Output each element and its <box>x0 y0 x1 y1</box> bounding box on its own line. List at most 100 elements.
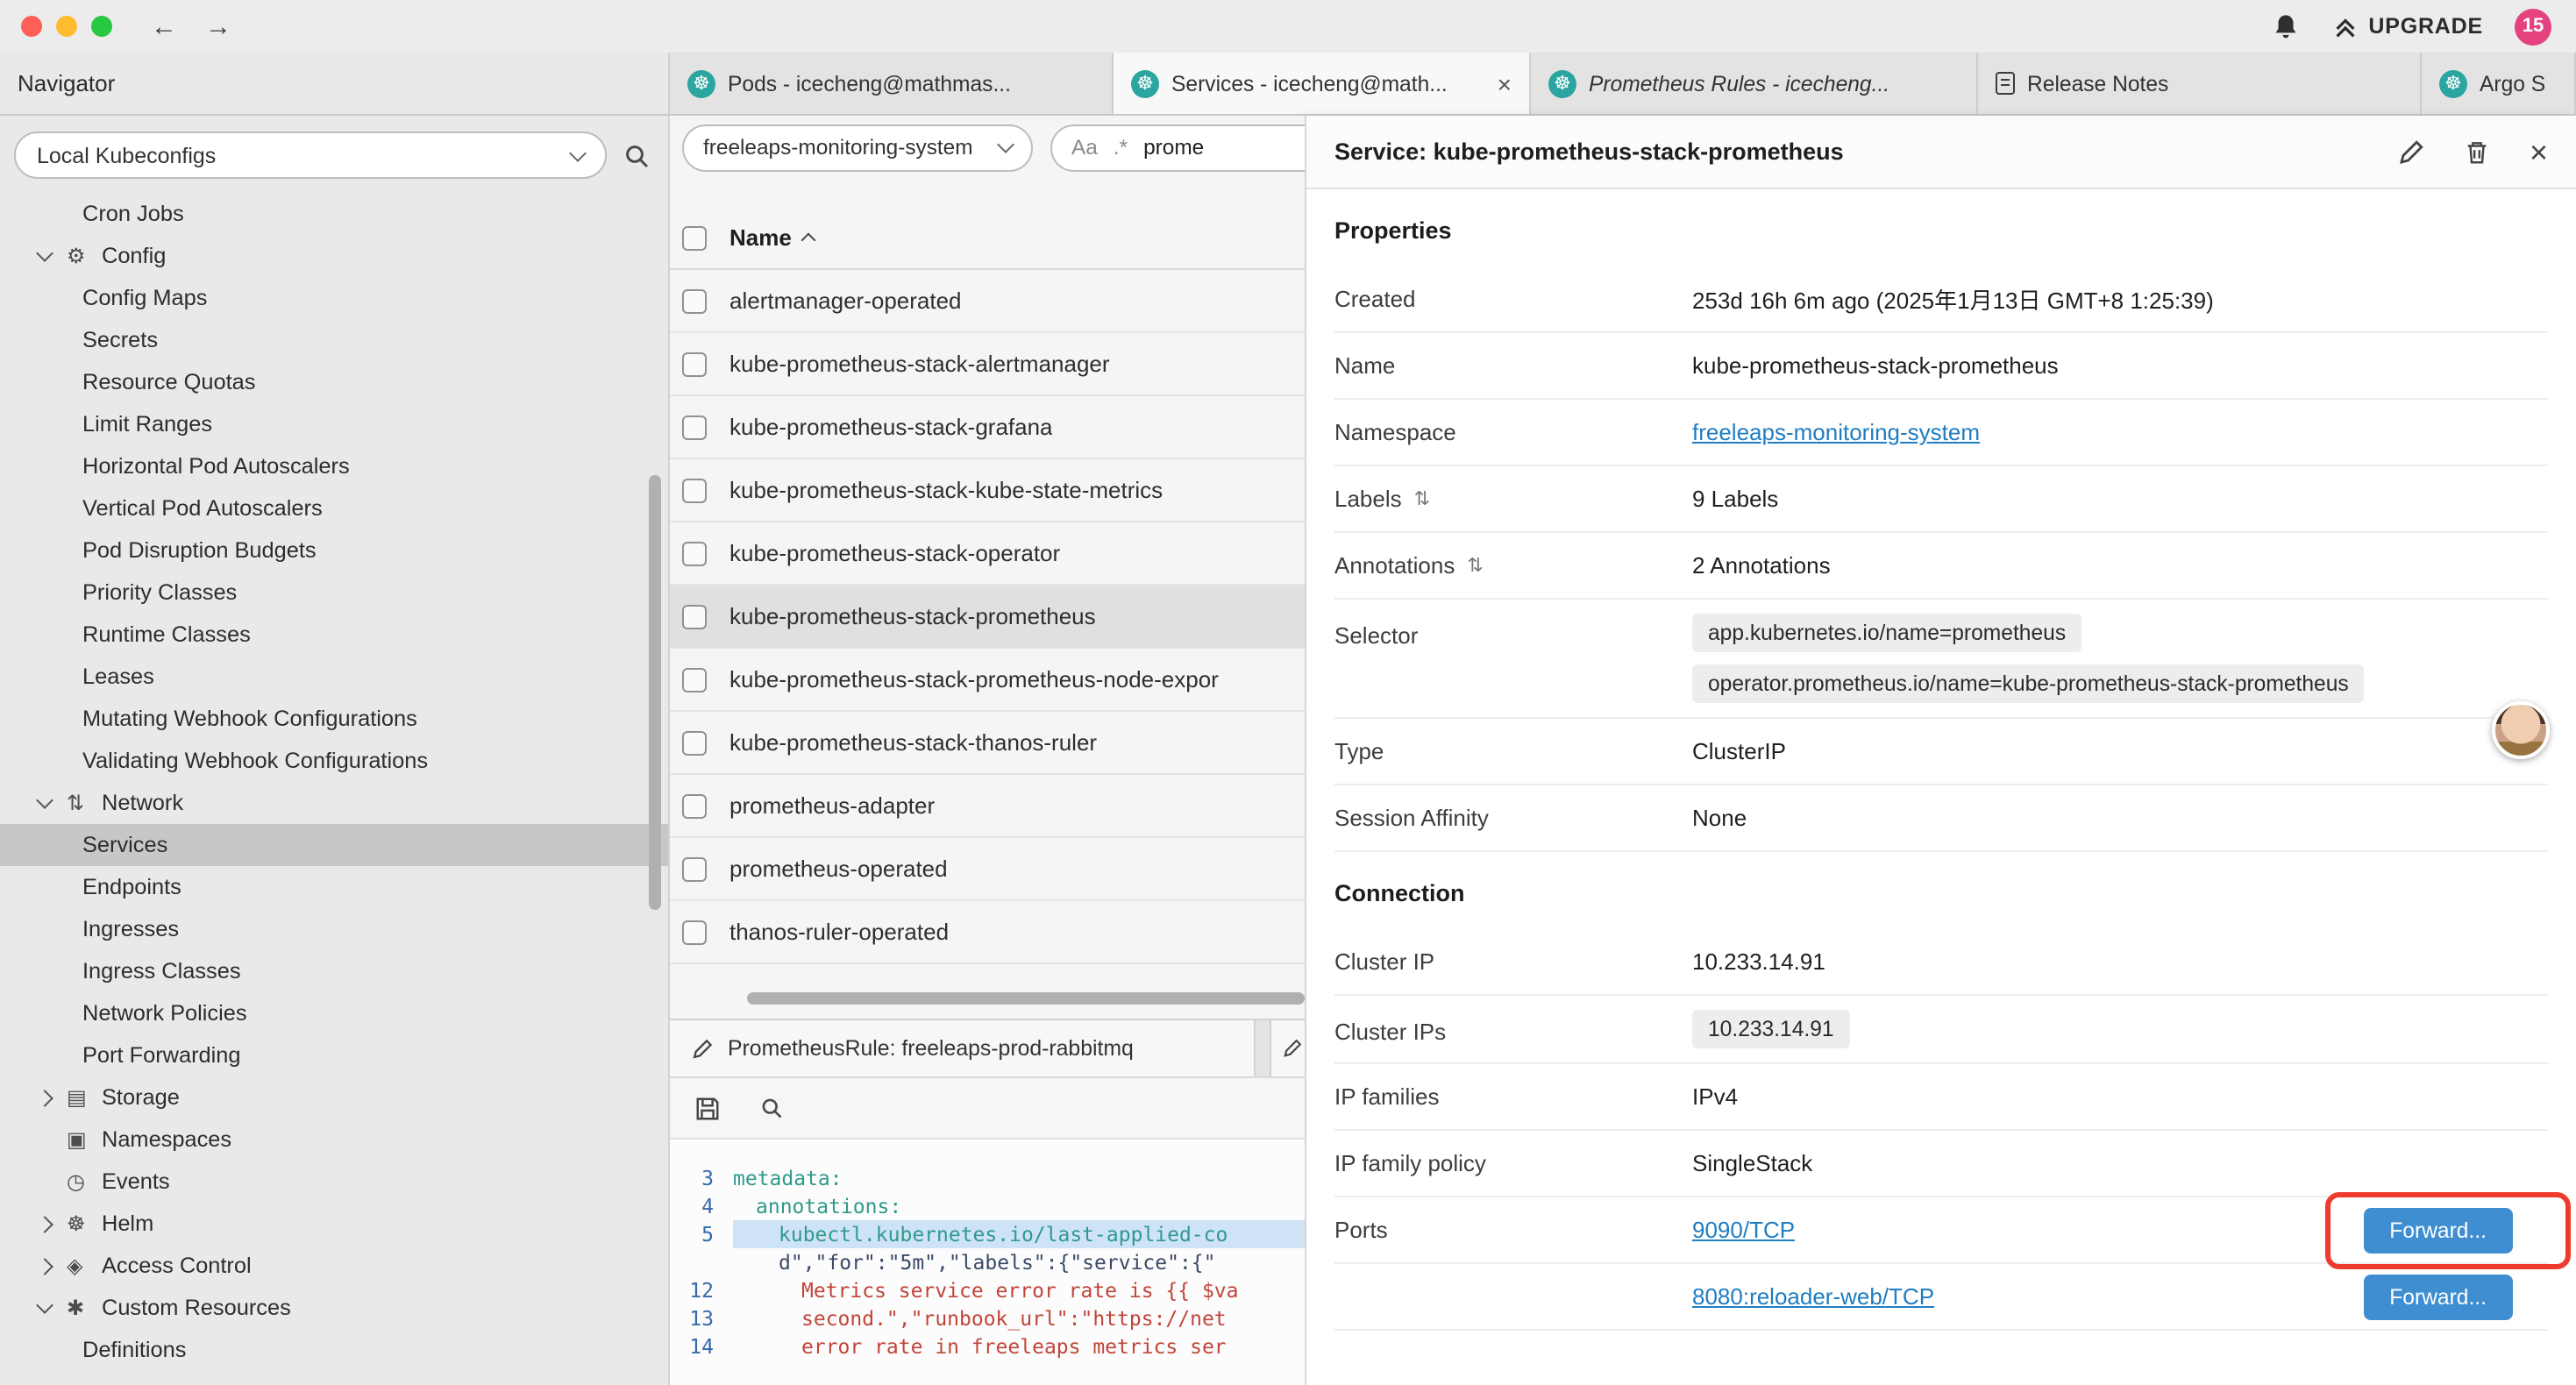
port-link[interactable]: 8080:reloader-web/TCP <box>1692 1283 1934 1310</box>
chevron-right-icon[interactable] <box>39 1218 67 1230</box>
select-all-checkbox[interactable] <box>682 226 707 251</box>
row-checkbox[interactable] <box>682 478 707 502</box>
delete-button[interactable] <box>2465 138 2491 166</box>
chevron-right-icon[interactable] <box>39 1260 67 1272</box>
table-row-thanos-ruler-operated[interactable]: thanos-ruler-operated <box>670 901 1305 964</box>
tab-argo-s[interactable]: ☸Argo S <box>2422 53 2576 114</box>
sidebar-item-config[interactable]: ⚙Config <box>0 235 668 277</box>
sidebar-item-config-maps[interactable]: Config Maps <box>0 277 668 319</box>
search-query-text: prome <box>1143 135 1204 160</box>
row-checkbox[interactable] <box>682 667 707 692</box>
sidebar-scrollbar[interactable] <box>649 475 661 910</box>
namespace-link[interactable]: freeleaps-monitoring-system <box>1692 419 1980 445</box>
close-tab-icon[interactable]: × <box>1487 69 1512 97</box>
dock-tab-prometheusrule[interactable]: PrometheusRule: freeleaps-prod-rabbitmq <box>670 1020 1256 1076</box>
user-avatar[interactable] <box>2492 701 2550 759</box>
table-row-kube-prometheus-stack-kube-state-metrics[interactable]: kube-prometheus-stack-kube-state-metrics <box>670 459 1305 522</box>
sidebar-item-mutating-webhook-configurations[interactable]: Mutating Webhook Configurations <box>0 698 668 740</box>
chevron-down-icon[interactable] <box>39 799 67 806</box>
sidebar-item-ingresses[interactable]: Ingresses <box>0 908 668 950</box>
sidebar-item-custom-resources[interactable]: ✱Custom Resources <box>0 1287 668 1329</box>
row-checkbox[interactable] <box>682 352 707 376</box>
sidebar-item-resource-quotas[interactable]: Resource Quotas <box>0 361 668 403</box>
upgrade-button[interactable]: UPGRADE <box>2331 13 2483 39</box>
sidebar-item-runtime-classes[interactable]: Runtime Classes <box>0 614 668 656</box>
tab-services-icecheng-math[interactable]: ☸Services - icecheng@math...× <box>1114 53 1531 114</box>
yaml-editor[interactable]: 3metadata:4annotations:5kubectl.kubernet… <box>670 1140 1305 1385</box>
sidebar-item-definitions[interactable]: Definitions <box>0 1329 668 1371</box>
forward-button[interactable]: → <box>205 11 231 41</box>
sidebar-item-port-forwarding[interactable]: Port Forwarding <box>0 1034 668 1076</box>
row-checkbox[interactable] <box>682 604 707 629</box>
table-row-kube-prometheus-stack-prometheus-node-expor[interactable]: kube-prometheus-stack-prometheus-node-ex… <box>670 649 1305 712</box>
regex-toggle[interactable]: .* <box>1114 135 1128 160</box>
expand-toggle-icon[interactable]: ⇅ <box>1414 487 1430 510</box>
sidebar-item-cron-jobs[interactable]: Cron Jobs <box>0 193 668 235</box>
chevron-right-icon[interactable] <box>39 1091 67 1104</box>
table-row-kube-prometheus-stack-thanos-ruler[interactable]: kube-prometheus-stack-thanos-ruler <box>670 712 1305 775</box>
port-forward-button[interactable]: Forward... <box>2363 1207 2513 1253</box>
port-link[interactable]: 9090/TCP <box>1692 1217 1795 1243</box>
sidebar-item-events[interactable]: ◷Events <box>0 1161 668 1203</box>
detail-row-type: TypeClusterIP <box>1334 719 2548 785</box>
sidebar-item-ingress-classes[interactable]: Ingress Classes <box>0 950 668 992</box>
tab-title: Prometheus Rules - icecheng... <box>1589 71 1889 96</box>
list-search-input[interactable]: Aa .* prome <box>1050 124 1305 171</box>
tab-prometheus-rules-icecheng[interactable]: ☸Prometheus Rules - icecheng... <box>1531 53 1978 114</box>
horizontal-scrollbar[interactable] <box>747 992 1305 1005</box>
sidebar-item-secrets[interactable]: Secrets <box>0 319 668 361</box>
sidebar-item-services[interactable]: Services <box>0 824 668 866</box>
row-checkbox[interactable] <box>682 730 707 755</box>
row-checkbox[interactable] <box>682 856 707 881</box>
namespace-filter-select[interactable]: freeleaps-monitoring-system <box>682 124 1033 171</box>
sidebar-item-validating-webhook-configurations[interactable]: Validating Webhook Configurations <box>0 740 668 782</box>
table-row-kube-prometheus-stack-grafana[interactable]: kube-prometheus-stack-grafana <box>670 396 1305 459</box>
sidebar-item-leases[interactable]: Leases <box>0 656 668 698</box>
dock-tab-partial[interactable] <box>1270 1020 1305 1076</box>
sidebar-item-horizontal-pod-autoscalers[interactable]: Horizontal Pod Autoscalers <box>0 445 668 487</box>
back-button[interactable]: ← <box>151 11 177 41</box>
expand-toggle-icon[interactable]: ⇅ <box>1467 554 1483 577</box>
sidebar-item-pod-disruption-budgets[interactable]: Pod Disruption Budgets <box>0 529 668 572</box>
chevron-down-icon[interactable] <box>39 252 67 259</box>
kubeconfig-selector[interactable]: Local Kubeconfigs <box>14 131 607 179</box>
chevron-down-icon[interactable] <box>39 1304 67 1311</box>
row-checkbox[interactable] <box>682 288 707 313</box>
match-case-toggle[interactable]: Aa <box>1071 135 1098 160</box>
table-row-kube-prometheus-stack-alertmanager[interactable]: kube-prometheus-stack-alertmanager <box>670 333 1305 396</box>
code-token: second.","runbook_url":"https://net <box>801 1306 1227 1331</box>
table-row-prometheus-operated[interactable]: prometheus-operated <box>670 838 1305 901</box>
sidebar-item-endpoints[interactable]: Endpoints <box>0 866 668 908</box>
row-checkbox[interactable] <box>682 415 707 439</box>
sidebar-item-limit-ranges[interactable]: Limit Ranges <box>0 403 668 445</box>
tab-release-notes[interactable]: Release Notes <box>1978 53 2422 114</box>
row-checkbox[interactable] <box>682 793 707 818</box>
close-window-button[interactable] <box>21 16 42 37</box>
notification-count-badge[interactable]: 15 <box>2515 8 2551 45</box>
sidebar-item-helm[interactable]: ☸Helm <box>0 1203 668 1245</box>
notifications-bell-icon[interactable] <box>2270 11 2300 41</box>
table-row-prometheus-adapter[interactable]: prometheus-adapter <box>670 775 1305 838</box>
editor-search-button[interactable] <box>759 1096 784 1120</box>
table-row-kube-prometheus-stack-prometheus[interactable]: kube-prometheus-stack-prometheus <box>670 586 1305 649</box>
table-row-alertmanager-operated[interactable]: alertmanager-operated <box>670 270 1305 333</box>
sidebar-item-priority-classes[interactable]: Priority Classes <box>0 572 668 614</box>
sidebar-search-button[interactable] <box>623 141 651 169</box>
minimize-window-button[interactable] <box>56 16 77 37</box>
sidebar-item-storage[interactable]: ▤Storage <box>0 1076 668 1119</box>
edit-button[interactable] <box>2398 138 2426 166</box>
zoom-window-button[interactable] <box>91 16 112 37</box>
sidebar-item-access-control[interactable]: ◈Access Control <box>0 1245 668 1287</box>
row-checkbox[interactable] <box>682 920 707 944</box>
sidebar-item-vertical-pod-autoscalers[interactable]: Vertical Pod Autoscalers <box>0 487 668 529</box>
table-row-kube-prometheus-stack-operator[interactable]: kube-prometheus-stack-operator <box>670 522 1305 586</box>
close-drawer-button[interactable]: × <box>2530 136 2548 167</box>
save-button[interactable] <box>694 1095 721 1121</box>
tab-pods-icecheng-mathmas[interactable]: ☸Pods - icecheng@mathmas... <box>670 53 1114 114</box>
sidebar-item-network-policies[interactable]: Network Policies <box>0 992 668 1034</box>
sidebar-item-network[interactable]: ⇅Network <box>0 782 668 824</box>
row-checkbox[interactable] <box>682 541 707 565</box>
port-forward-button[interactable]: Forward... <box>2363 1274 2513 1319</box>
sidebar-item-namespaces[interactable]: ▣Namespaces <box>0 1119 668 1161</box>
name-column-header[interactable]: Name <box>729 224 815 251</box>
